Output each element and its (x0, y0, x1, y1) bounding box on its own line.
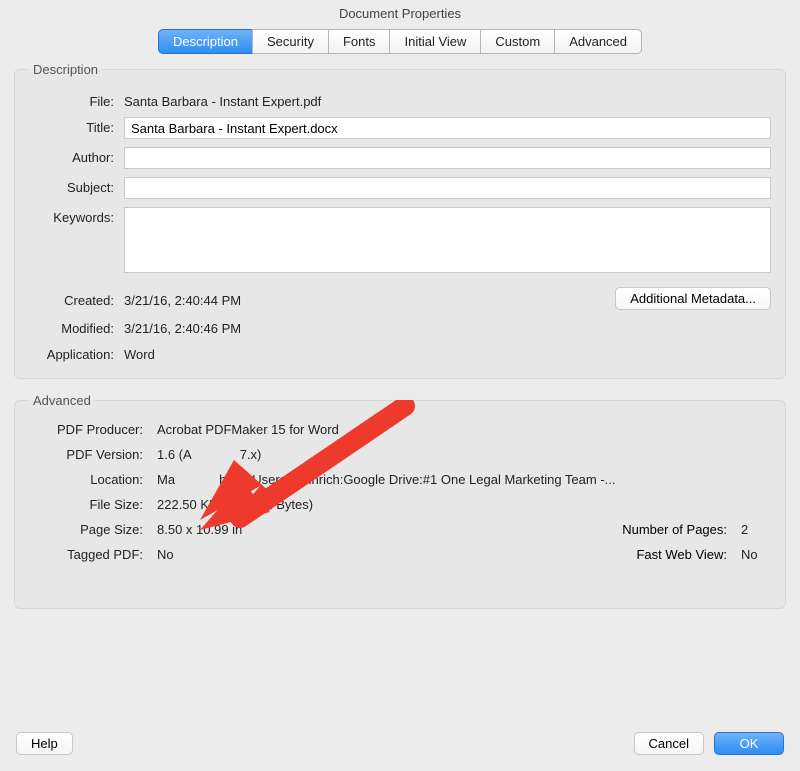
modified-label: Modified: (29, 318, 124, 336)
tab-description[interactable]: Description (158, 29, 252, 54)
tab-initial-view[interactable]: Initial View (389, 29, 480, 54)
created-value: 3/21/16, 2:40:44 PM (124, 290, 615, 308)
fastweb-value: No (741, 547, 771, 562)
window-title: Document Properties (0, 0, 800, 29)
file-value: Santa Barbara - Instant Expert.pdf (124, 91, 771, 109)
tab-custom[interactable]: Custom (480, 29, 554, 54)
description-group: Description File: Santa Barbara - Instan… (14, 62, 786, 379)
title-label: Title: (29, 117, 124, 135)
producer-label: PDF Producer: (29, 422, 157, 437)
pagesize-label: Page Size: (29, 522, 157, 537)
help-button[interactable]: Help (16, 732, 73, 755)
created-label: Created: (29, 290, 124, 308)
cancel-button[interactable]: Cancel (634, 732, 704, 755)
location-value: Ma h HD:Users:rheinrich:Google Drive:#1 O… (157, 472, 616, 487)
tab-security[interactable]: Security (252, 29, 328, 54)
application-label: Application: (29, 344, 124, 362)
application-value: Word (124, 344, 771, 362)
keywords-label: Keywords: (29, 207, 124, 225)
modified-value: 3/21/16, 2:40:46 PM (124, 318, 771, 336)
tagged-value: No (157, 547, 174, 562)
filesize-value: 222.50 KB (227,841 Bytes) (157, 497, 313, 512)
pagesize-value: 8.50 x 10.99 in (157, 522, 242, 537)
numpages-value: 2 (741, 522, 771, 537)
tab-fonts[interactable]: Fonts (328, 29, 390, 54)
numpages-label: Number of Pages: (622, 522, 741, 537)
subject-label: Subject: (29, 177, 124, 195)
description-legend: Description (29, 62, 102, 77)
version-value: 1.6 (A 7.x) (157, 447, 261, 462)
ok-button[interactable]: OK (714, 732, 784, 755)
version-label: PDF Version: (29, 447, 157, 462)
title-input[interactable] (124, 117, 771, 139)
location-label: Location: (29, 472, 157, 487)
additional-metadata-button[interactable]: Additional Metadata... (615, 287, 771, 310)
author-label: Author: (29, 147, 124, 165)
fastweb-label: Fast Web View: (636, 547, 741, 562)
file-label: File: (29, 91, 124, 109)
producer-value: Acrobat PDFMaker 15 for Word (157, 422, 339, 437)
tab-advanced[interactable]: Advanced (554, 29, 642, 54)
author-input[interactable] (124, 147, 771, 169)
filesize-label: File Size: (29, 497, 157, 512)
subject-input[interactable] (124, 177, 771, 199)
keywords-input[interactable] (124, 207, 771, 273)
tagged-label: Tagged PDF: (29, 547, 157, 562)
tab-bar: Description Security Fonts Initial View … (0, 29, 800, 54)
bottom-bar: Help Cancel OK (0, 720, 800, 771)
advanced-legend: Advanced (29, 393, 95, 408)
location-value-a: Ma (157, 472, 175, 487)
location-value-b: h HD:Users:rheinrich:Google Drive:#1 One… (219, 472, 615, 487)
advanced-group: Advanced PDF Producer: Acrobat PDFMaker … (14, 393, 786, 609)
version-value-a: 1.6 (A (157, 447, 192, 462)
version-value-b: 7.x) (240, 447, 262, 462)
